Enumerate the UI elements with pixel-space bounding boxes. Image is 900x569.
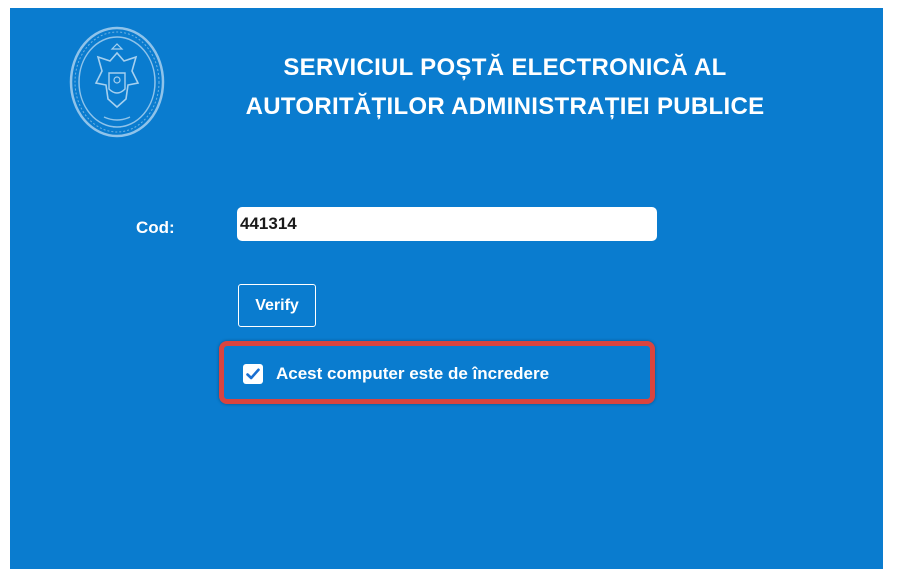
checkmark-icon (246, 368, 260, 380)
cod-input[interactable] (237, 207, 657, 241)
title-line-1: SERVICIUL POȘTĂ ELECTRONICĂ AL (283, 54, 727, 81)
login-panel: SERVICIUL POȘTĂ ELECTRONICĂ AL AUTORITĂȚ… (10, 8, 883, 569)
trust-computer-label: Acest computer este de încredere (276, 364, 550, 383)
title-line-2: AUTORITĂȚILOR ADMINISTRAȚIEI PUBLICE (245, 93, 765, 120)
page-title: SERVICIUL POȘTĂ ELECTRONICĂ AL AUTORITĂȚ… (165, 48, 845, 126)
trust-computer-checkbox[interactable] (243, 364, 263, 384)
verify-button[interactable]: Verify (238, 284, 316, 327)
trust-computer-row[interactable]: Acest computer este de încredere (243, 364, 549, 384)
state-seal-icon (68, 25, 166, 140)
cod-label: Cod: (136, 218, 175, 237)
